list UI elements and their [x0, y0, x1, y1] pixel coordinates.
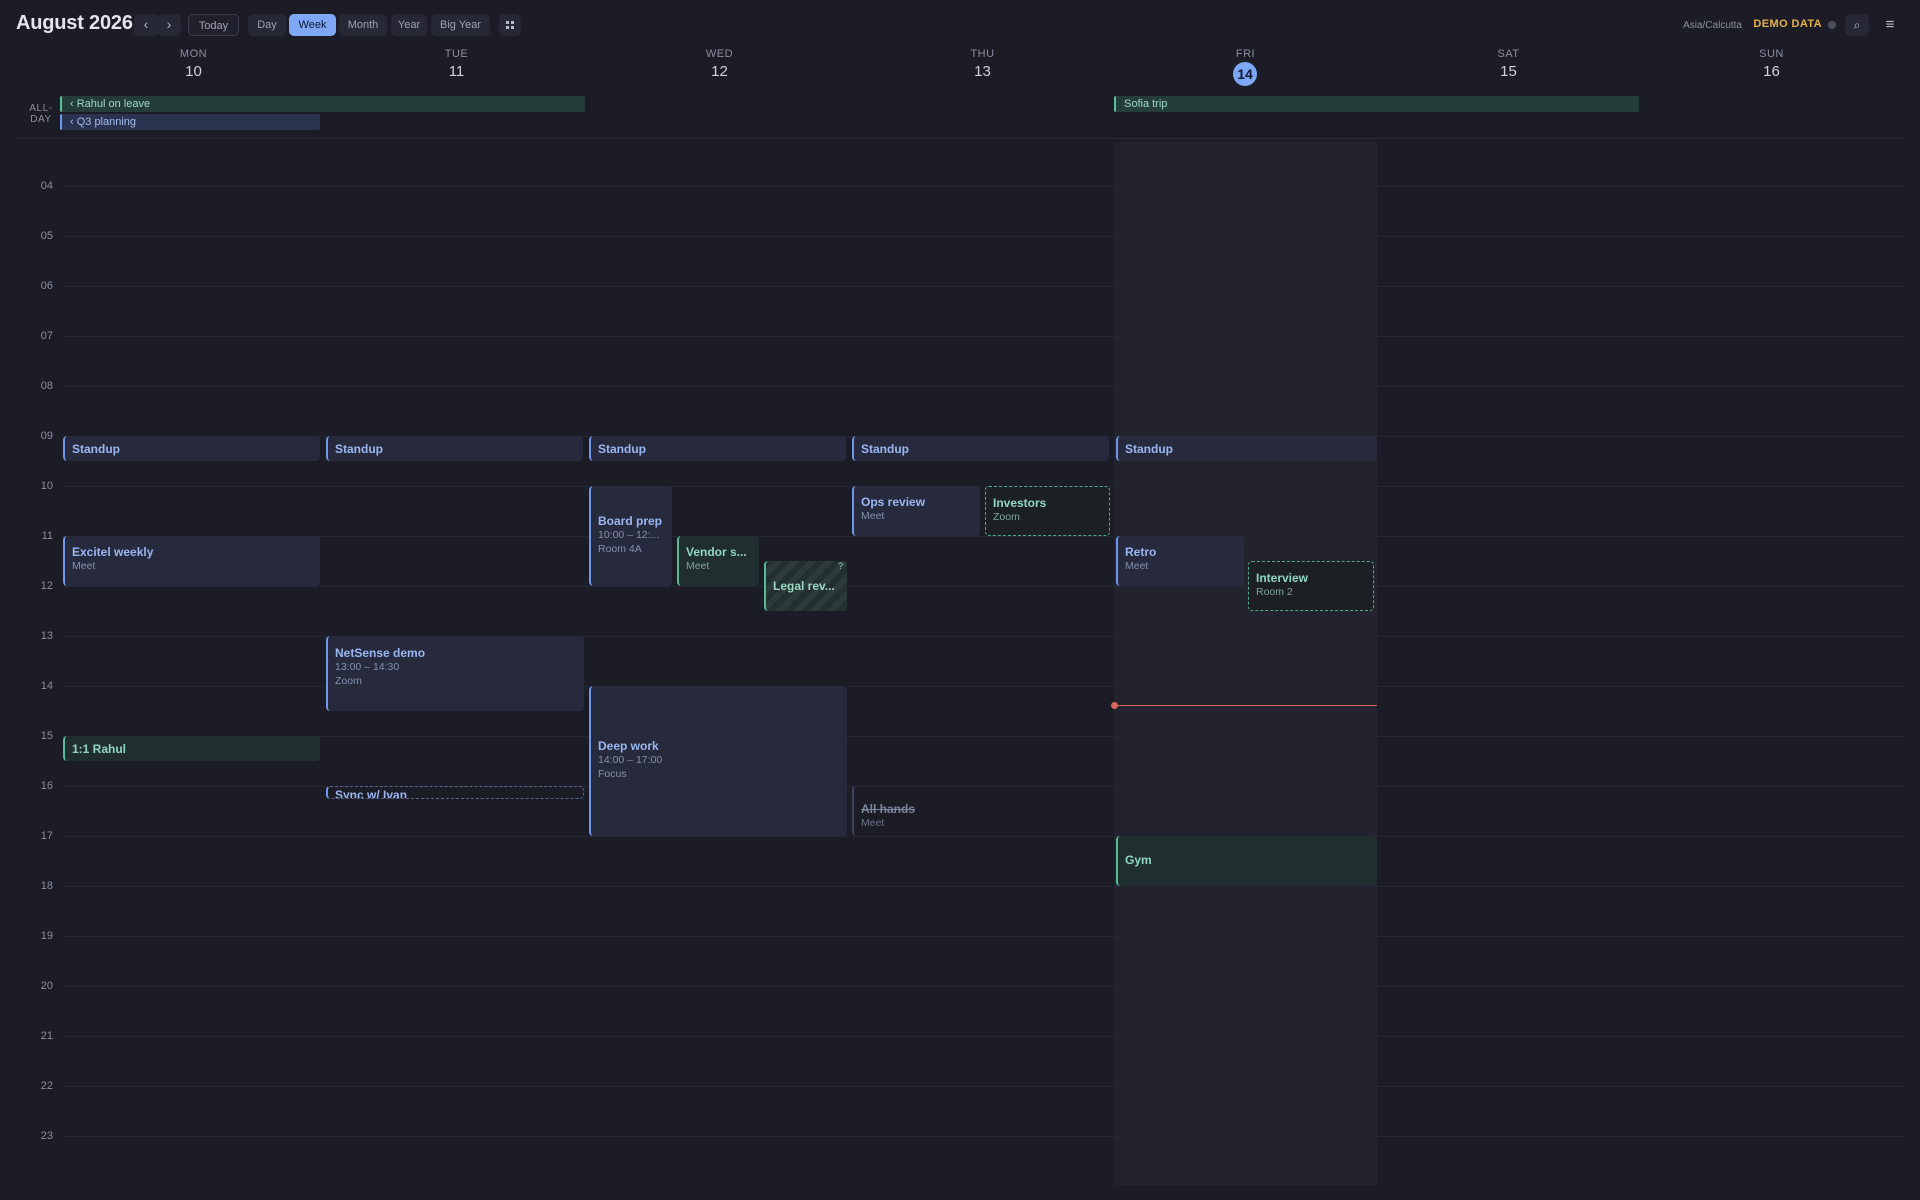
- event-investors[interactable]: Investors Zoom: [985, 486, 1110, 536]
- event-excitel-weekly[interactable]: Excitel weekly Meet: [63, 536, 320, 586]
- hour-label: 20: [40, 980, 53, 992]
- day-number-sat[interactable]: 15: [1377, 63, 1640, 80]
- status-dot-icon: [1828, 21, 1836, 29]
- hour-label: 09: [40, 430, 53, 442]
- hour-gridline: [62, 1036, 1905, 1037]
- hour-gridline: [62, 486, 1905, 487]
- hour-label: 14: [40, 680, 53, 692]
- hour-label: 10: [40, 480, 53, 492]
- hour-label: 18: [40, 880, 53, 892]
- hour-label: 23: [40, 1130, 53, 1142]
- hour-gridline: [62, 536, 1905, 537]
- demo-data-badge: DEMO DATA: [1753, 18, 1822, 30]
- day-number-mon[interactable]: 10: [62, 63, 325, 80]
- event-all-hands-cancelled[interactable]: All hands Meet: [852, 786, 980, 836]
- event-sync-with-ivan[interactable]: Sync w/ Ivan: [326, 786, 584, 799]
- hour-label: 15: [40, 730, 53, 742]
- hour-label: 17: [40, 830, 53, 842]
- hour-label: 16: [40, 780, 53, 792]
- hour-gridline: [62, 336, 1905, 337]
- event-legal-review[interactable]: ? Legal rev...: [764, 561, 847, 611]
- today-column-highlight: [1114, 142, 1377, 1185]
- hour-label: 04: [40, 180, 53, 192]
- event-standup-fri[interactable]: Standup: [1116, 436, 1377, 461]
- hour-gridline: [62, 1086, 1905, 1087]
- previous-week-button[interactable]: ‹: [134, 14, 158, 36]
- hour-label: 22: [40, 1080, 53, 1092]
- event-gym[interactable]: Gym: [1116, 836, 1377, 886]
- event-interview[interactable]: Interview Room 2: [1248, 561, 1374, 611]
- hour-label: 21: [40, 1030, 53, 1042]
- allday-event-sofia-trip[interactable]: Sofia trip: [1114, 96, 1639, 112]
- tentative-badge: ?: [837, 561, 843, 571]
- allday-event-rahul-on-leave[interactable]: ‹ Rahul on leave: [60, 96, 585, 112]
- day-header-tue: TUE: [444, 48, 469, 60]
- hour-label: 12: [40, 580, 53, 592]
- tab-year[interactable]: Year: [391, 14, 427, 36]
- hour-gridline: [62, 736, 1905, 737]
- hour-gridline: [62, 386, 1905, 387]
- tab-week[interactable]: Week: [289, 14, 336, 36]
- hour-gridline: [62, 586, 1905, 587]
- event-one-on-one-rahul[interactable]: 1:1 Rahul: [63, 736, 320, 761]
- menu-icon[interactable]: ≡: [1878, 14, 1902, 36]
- hour-label: 08: [40, 380, 53, 392]
- hour-label: 19: [40, 930, 53, 942]
- event-standup-mon[interactable]: Standup: [63, 436, 320, 461]
- event-standup-tue[interactable]: Standup: [326, 436, 583, 461]
- hour-gridline: [62, 186, 1905, 187]
- day-number-sun[interactable]: 16: [1640, 63, 1903, 80]
- hour-gridline: [62, 886, 1905, 887]
- tab-day[interactable]: Day: [248, 14, 286, 36]
- all-day-label: ALL-DAY: [29, 103, 53, 125]
- event-ops-review[interactable]: Ops review Meet: [852, 486, 980, 536]
- current-time-line: [1114, 705, 1377, 706]
- hour-gridline: [62, 836, 1905, 837]
- event-vendor-sync[interactable]: Vendor s... Meet: [677, 536, 759, 586]
- hour-label: 06: [40, 280, 53, 292]
- event-standup-wed[interactable]: Standup: [589, 436, 846, 461]
- hour-gridline: [62, 936, 1905, 937]
- all-day-divider: [16, 138, 1904, 139]
- hour-gridline: [62, 236, 1905, 237]
- day-number-tue[interactable]: 11: [325, 63, 588, 80]
- day-number-wed[interactable]: 12: [588, 63, 851, 80]
- day-header-sat: SAT: [1497, 48, 1520, 60]
- next-week-button[interactable]: ›: [157, 14, 181, 36]
- day-header-wed: WED: [705, 48, 734, 60]
- event-standup-thu[interactable]: Standup: [852, 436, 1109, 461]
- page-title: August 2026: [16, 12, 133, 35]
- event-netsense-demo[interactable]: NetSense demo 13:00 – 14:30 Zoom: [326, 636, 584, 711]
- grid-icon[interactable]: [499, 14, 521, 36]
- event-deep-work[interactable]: Deep work 14:00 – 17:00 Focus: [589, 686, 847, 836]
- event-retro[interactable]: Retro Meet: [1116, 536, 1244, 586]
- hour-label: 07: [40, 330, 53, 342]
- allday-event-q3-planning[interactable]: ‹ Q3 planning: [60, 114, 320, 130]
- month-label: August: [16, 12, 84, 34]
- day-number-thu[interactable]: 13: [851, 63, 1114, 80]
- day-header-mon: MON: [179, 48, 208, 60]
- search-icon[interactable]: ⌕: [1845, 14, 1869, 36]
- hour-gridline: [62, 286, 1905, 287]
- tab-big-year[interactable]: Big Year: [431, 14, 490, 36]
- year-label: 2026: [89, 12, 133, 34]
- hour-label: 11: [41, 530, 53, 542]
- hour-label: 05: [40, 230, 53, 242]
- hour-gridline: [62, 986, 1905, 987]
- today-button[interactable]: Today: [188, 14, 239, 36]
- day-header-fri: FRI: [1235, 48, 1256, 60]
- timezone-label: Asia/Calcutta: [1683, 20, 1742, 31]
- current-time-dot: [1111, 702, 1118, 709]
- hour-gridline: [62, 1136, 1905, 1137]
- tab-month[interactable]: Month: [339, 14, 387, 36]
- hour-label: 13: [40, 630, 53, 642]
- day-header-sun: SUN: [1759, 48, 1784, 60]
- day-header-thu: THU: [970, 48, 995, 60]
- event-board-prep[interactable]: Board prep 10:00 – 12:... Room 4A: [589, 486, 672, 586]
- day-number-fri-today[interactable]: 14: [1233, 62, 1257, 86]
